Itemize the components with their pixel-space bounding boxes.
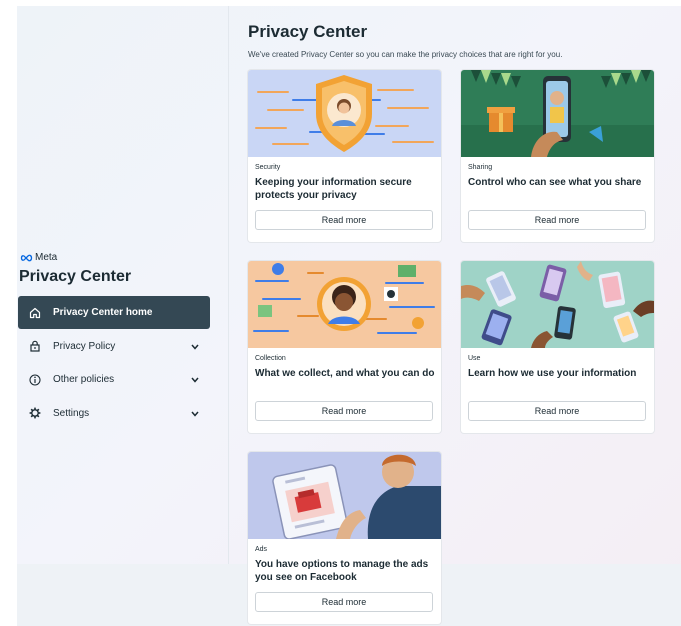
card-title: You have options to manage the ads you s… bbox=[255, 559, 429, 583]
home-icon bbox=[28, 306, 41, 319]
collection-person-illustration bbox=[248, 261, 441, 348]
privacy-center-page: Meta Privacy Center Privacy Center home … bbox=[17, 6, 681, 626]
read-more-button[interactable]: Read more bbox=[255, 592, 433, 612]
card-use: Use Learn how we use your information Re… bbox=[461, 261, 654, 433]
card-category: Sharing bbox=[468, 164, 493, 171]
chevron-down-icon[interactable] bbox=[191, 342, 199, 353]
card-ads: Ads You have options to manage the ads y… bbox=[248, 452, 441, 624]
sidebar-item-label: Privacy Center home bbox=[53, 307, 153, 318]
read-more-button[interactable]: Read more bbox=[255, 210, 433, 230]
card-collection: Collection What we collect, and what you… bbox=[248, 261, 441, 433]
sidebar-item-privacy-center-home[interactable]: Privacy Center home bbox=[18, 296, 210, 329]
card-title: Learn how we use your information bbox=[468, 368, 637, 379]
page-subtitle: We've created Privacy Center so you can … bbox=[248, 50, 563, 59]
read-more-button[interactable]: Read more bbox=[255, 401, 433, 421]
sidebar-item-settings[interactable]: Settings bbox=[18, 397, 210, 430]
ads-tablet-illustration bbox=[248, 452, 441, 539]
card-category: Security bbox=[255, 164, 281, 171]
chevron-down-icon[interactable] bbox=[191, 375, 199, 386]
use-phones-illustration bbox=[461, 261, 654, 348]
read-more-button[interactable]: Read more bbox=[468, 210, 646, 230]
sidebar-divider bbox=[228, 6, 229, 564]
sharing-phone-illustration bbox=[461, 70, 654, 157]
sidebar-item-other-policies[interactable]: Other policies bbox=[18, 363, 210, 396]
lock-icon bbox=[28, 340, 41, 353]
card-title: What we collect, and what you can do bbox=[255, 368, 435, 379]
card-sharing: Sharing Control who can see what you sha… bbox=[461, 70, 654, 242]
security-shield-illustration bbox=[248, 70, 441, 157]
sidebar-title: Privacy Center bbox=[19, 268, 132, 285]
info-icon bbox=[28, 373, 41, 386]
card-security: Security Keeping your information secure… bbox=[248, 70, 441, 242]
sidebar-item-label: Other policies bbox=[53, 374, 115, 385]
card-title: Keeping your information secure protects… bbox=[255, 177, 412, 201]
sidebar: Meta Privacy Center Privacy Center home … bbox=[17, 6, 229, 564]
read-more-button[interactable]: Read more bbox=[468, 401, 646, 421]
card-category: Collection bbox=[255, 355, 286, 362]
meta-logo[interactable]: Meta bbox=[20, 252, 57, 263]
card-title: Control who can see what you share bbox=[468, 177, 642, 188]
gear-icon bbox=[28, 407, 41, 420]
chevron-down-icon[interactable] bbox=[191, 409, 199, 420]
card-category: Use bbox=[468, 355, 481, 362]
card-category: Ads bbox=[255, 546, 268, 553]
sidebar-item-label: Privacy Policy bbox=[53, 340, 116, 352]
meta-wordmark: Meta bbox=[35, 252, 58, 263]
sidebar-nav: Privacy Center home Privacy Policy Other… bbox=[18, 296, 210, 430]
sidebar-item-privacy-policy[interactable]: Privacy Policy bbox=[18, 330, 210, 363]
sidebar-item-label: Settings bbox=[53, 407, 90, 419]
page-title: Privacy Center bbox=[248, 22, 368, 41]
meta-infinity-icon bbox=[20, 254, 33, 261]
